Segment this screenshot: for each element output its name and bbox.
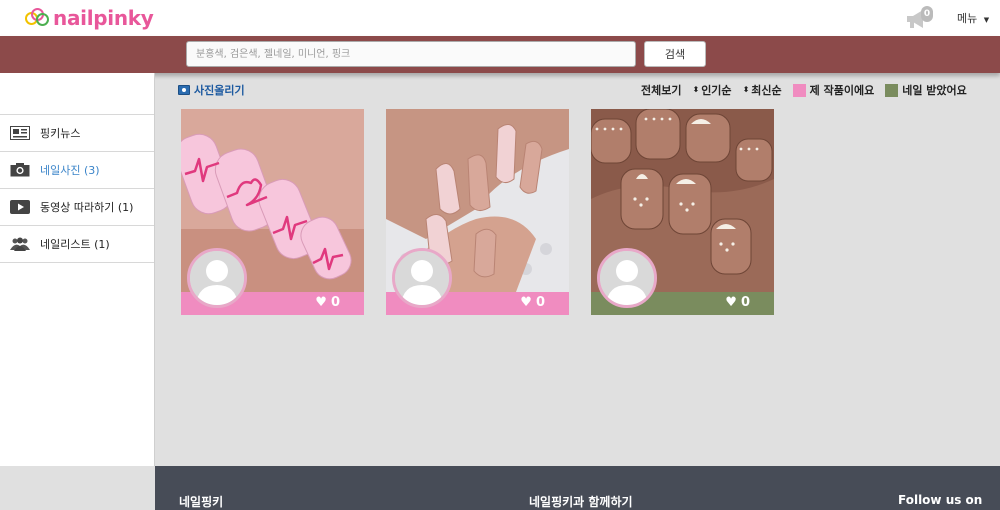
search-button[interactable]: 검색 xyxy=(644,41,706,67)
like-count: 0 xyxy=(535,295,545,310)
photo-card[interactable]: ♥ 0 xyxy=(386,109,569,315)
search-bar: 검색 xyxy=(0,36,1000,73)
user-avatar-icon[interactable] xyxy=(597,248,657,308)
view-all-link[interactable]: 전체보기 xyxy=(641,82,681,98)
sidebar-item-label: 네일리스트 (1) xyxy=(40,238,110,251)
logo-text: nailpinky xyxy=(53,6,154,30)
like-count: 0 xyxy=(330,295,340,310)
like-counter[interactable]: ♥ 0 xyxy=(520,295,545,310)
menu-label: 메뉴 xyxy=(957,12,978,25)
caret-down-icon: ▼ xyxy=(983,16,990,24)
sort-popular-label: 인기순 xyxy=(701,84,732,97)
heart-icon: ♥ xyxy=(520,295,532,310)
logo-rings-icon xyxy=(25,8,51,28)
sort-recent-label: 최신순 xyxy=(751,84,782,97)
page-footer: 네일핑키 네일핑키과 함께하기 Follow us on xyxy=(155,466,1000,510)
heart-icon: ♥ xyxy=(725,295,737,310)
users-icon xyxy=(10,237,30,251)
user-avatar-icon[interactable] xyxy=(392,248,452,308)
legend-received-label: 네일 받았어요 xyxy=(902,84,967,97)
footer-about-heading: 네일핑키 xyxy=(179,495,224,509)
upload-photo-label: 사진올리기 xyxy=(194,84,245,97)
filter-toolbar: 전체보기 ⬍ 인기순 ⬍ 최신순 제 작품이에요 네일 받았어요 xyxy=(641,82,978,98)
like-counter[interactable]: ♥ 0 xyxy=(725,295,750,310)
sidebar: 핑키뉴스 네일사진 (3) 동영상 따라하기 (1) 네일리스트 (1) xyxy=(0,73,155,466)
legend-mine[interactable]: 제 작품이에요 xyxy=(792,82,875,98)
legend-received-swatch xyxy=(885,83,899,97)
sidebar-item-label: 네일사진 (3) xyxy=(40,164,100,177)
search-input[interactable] xyxy=(186,41,636,67)
sidebar-item-nail-photos[interactable]: 네일사진 (3) xyxy=(0,152,154,189)
legend-mine-swatch xyxy=(792,83,806,97)
footer-join-heading: 네일핑키과 함께하기 xyxy=(529,495,633,509)
sidebar-menu: 핑키뉴스 네일사진 (3) 동영상 따라하기 (1) 네일리스트 (1) xyxy=(0,114,154,263)
like-count: 0 xyxy=(740,295,750,310)
heart-icon: ♥ xyxy=(315,295,327,310)
menu-dropdown[interactable]: 메뉴 ▼ xyxy=(957,10,989,26)
video-icon xyxy=(10,200,30,214)
sidebar-item-videos[interactable]: 동영상 따라하기 (1) xyxy=(0,189,154,226)
sort-icon: ⬍ xyxy=(692,85,700,94)
news-icon xyxy=(10,126,30,140)
sidebar-item-label: 핑키뉴스 xyxy=(40,127,81,140)
sort-icon: ⬍ xyxy=(742,85,750,94)
sidebar-item-news[interactable]: 핑키뉴스 xyxy=(0,115,154,152)
sidebar-item-label: 동영상 따라하기 (1) xyxy=(40,201,134,214)
logo[interactable]: nailpinky xyxy=(25,6,154,30)
sort-popular-link[interactable]: ⬍ 인기순 xyxy=(692,82,731,98)
notification-count-badge: 0 xyxy=(921,6,933,22)
upload-photo-link[interactable]: 사진올리기 xyxy=(178,82,245,98)
image-icon xyxy=(178,85,190,95)
camera-icon xyxy=(10,163,30,177)
photo-card[interactable]: ♥ 0 xyxy=(181,109,364,315)
sidebar-item-nailists[interactable]: 네일리스트 (1) xyxy=(0,226,154,263)
like-counter[interactable]: ♥ 0 xyxy=(315,295,340,310)
legend-mine-label: 제 작품이에요 xyxy=(809,84,875,97)
footer-follow-heading: Follow us on xyxy=(898,493,983,507)
user-avatar-icon[interactable] xyxy=(187,248,247,308)
photo-card[interactable]: ♥ 0 xyxy=(591,109,774,315)
top-header: nailpinky 0 메뉴 ▼ xyxy=(0,0,1000,36)
legend-received[interactable]: 네일 받았어요 xyxy=(885,82,967,98)
sort-recent-link[interactable]: ⬍ 최신순 xyxy=(743,82,782,98)
